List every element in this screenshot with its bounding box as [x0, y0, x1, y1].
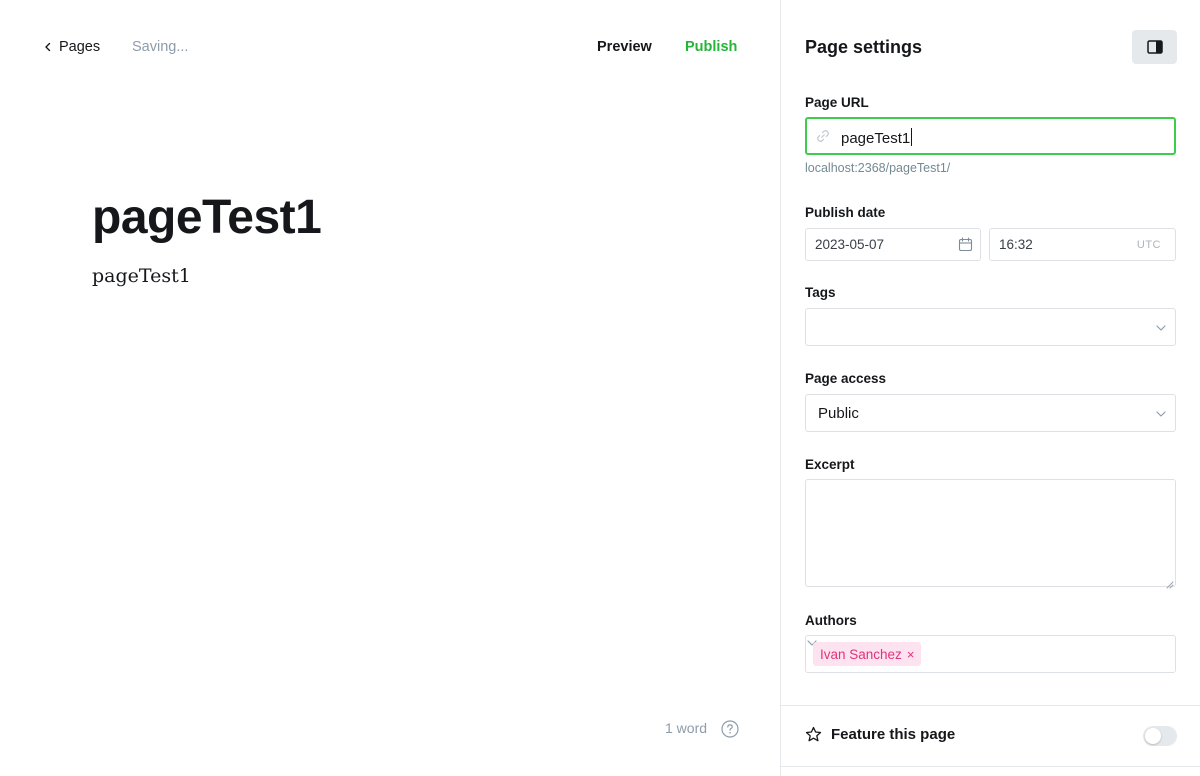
save-status: Saving... [132, 39, 189, 55]
toggle-sidebar-button[interactable] [1132, 30, 1177, 64]
chevron-down-icon [1155, 321, 1167, 333]
tags-label: Tags [805, 285, 836, 300]
feature-row: Feature this page [805, 726, 955, 743]
feature-toggle[interactable] [1143, 726, 1177, 746]
authors-label: Authors [805, 613, 857, 628]
feature-label: Feature this page [831, 726, 956, 743]
star-icon [805, 726, 822, 743]
page-url-hint: localhost:2368/pageTest1/ [805, 161, 951, 175]
publish-time-value: 16:32 [999, 237, 1033, 252]
publish-button[interactable]: Publish [685, 39, 737, 55]
chevron-down-icon [1155, 407, 1167, 419]
page-url-label: Page URL [805, 95, 869, 110]
back-link-label: Pages [59, 39, 101, 55]
page-access-select[interactable]: Public [805, 394, 1176, 432]
page-title[interactable]: pageTest1 [92, 190, 322, 245]
chevron-left-icon [44, 38, 52, 56]
link-icon [815, 128, 831, 144]
publish-date-label: Publish date [805, 205, 886, 220]
author-name: Ivan Sanchez [820, 646, 902, 662]
author-chip: Ivan Sanchez × [813, 642, 922, 666]
sidebar-toggle-icon [1146, 40, 1163, 54]
help-icon[interactable] [721, 720, 739, 738]
section-divider [781, 705, 1200, 706]
toggle-knob [1145, 728, 1161, 744]
page-access-label: Page access [805, 371, 887, 386]
settings-title: Page settings [805, 37, 923, 57]
publish-date-input[interactable]: 2023-05-07 [805, 228, 981, 261]
section-divider [781, 766, 1200, 767]
editor-topbar: Pages Saving... Preview Publish [0, 0, 780, 94]
remove-author-icon[interactable]: × [907, 648, 915, 661]
publish-date-value: 2023-05-07 [815, 237, 885, 252]
page-body[interactable]: pageTest1 [92, 265, 191, 287]
excerpt-label: Excerpt [805, 457, 855, 472]
publish-time-input[interactable]: 16:32 UTC [989, 228, 1176, 261]
preview-button[interactable]: Preview [597, 39, 652, 55]
authors-select[interactable]: Ivan Sanchez × [805, 635, 1176, 673]
settings-panel: Page settings Page URL pageTest1 localho… [780, 0, 1200, 776]
page-access-value: Public [818, 405, 859, 422]
resize-grip-icon[interactable] [1165, 576, 1174, 589]
word-count: 1 word [665, 720, 708, 736]
back-to-pages-link[interactable]: Pages [44, 38, 100, 56]
editor-pane: Pages Saving... Preview Publish pageTest… [0, 0, 780, 776]
excerpt-textarea[interactable] [805, 479, 1176, 589]
page-url-value: pageTest1 [841, 130, 911, 147]
timezone-label: UTC [1136, 239, 1161, 251]
calendar-icon[interactable] [958, 237, 973, 252]
page-url-input[interactable]: pageTest1 [805, 117, 1176, 155]
tags-select[interactable] [805, 308, 1176, 346]
text-caret [911, 128, 913, 146]
